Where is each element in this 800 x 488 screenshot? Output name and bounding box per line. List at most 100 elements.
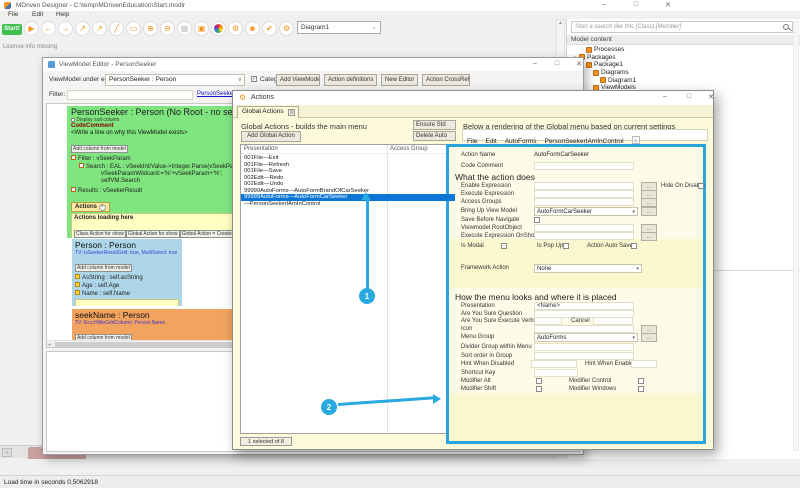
access-groups-input[interactable] [534, 198, 634, 206]
is-pop-up-checkbox[interactable] [563, 243, 569, 249]
tab-scroll-left-icon[interactable]: ‹ [2, 448, 12, 457]
viewmodel-rootobject-input[interactable] [534, 224, 634, 232]
ensure-std-button[interactable]: Ensure Std [413, 120, 456, 130]
hide-on-disable-checkbox[interactable] [698, 183, 704, 189]
code-comment-input[interactable] [534, 162, 634, 170]
menu-file[interactable]: File [8, 11, 18, 18]
actions-tab[interactable]: Actions ⌃ [71, 202, 110, 212]
sort-order-input[interactable] [534, 352, 634, 360]
open-diagram-icon[interactable]: ↗ [75, 21, 90, 36]
vm-minimize-icon[interactable]: – [529, 60, 541, 67]
forward-arrow-icon[interactable]: → [58, 21, 73, 36]
bring-up-ellipsis-button[interactable]: ... [641, 207, 657, 216]
save-before-navigate-checkbox[interactable] [534, 217, 540, 223]
menu-overflow-icon[interactable]: ▾ [632, 136, 640, 144]
modifier-control-checkbox[interactable] [638, 378, 644, 384]
global-action-for-show-button[interactable]: Global Action for show [126, 230, 180, 238]
save-icon[interactable]: ▦ [177, 21, 192, 36]
class-action-for-show-button[interactable]: Class Action for show [74, 230, 126, 238]
goto-icon[interactable]: ↗ [92, 21, 107, 36]
close-icon[interactable]: ✕ [662, 1, 674, 9]
gear-icon[interactable]: ⚙ [279, 21, 294, 36]
settings-gears-icon[interactable]: ⚙ [228, 21, 243, 36]
collapse-icon[interactable]: ⌃ [99, 204, 106, 211]
validate-icon[interactable]: ✔ [262, 21, 277, 36]
menu-group-ellipsis-button[interactable]: ... [641, 333, 657, 342]
vm-close-icon[interactable]: ✕ [573, 60, 585, 68]
modifier-alt-checkbox[interactable] [536, 378, 542, 384]
modifier-windows-checkbox[interactable] [638, 386, 644, 392]
presentation-icon[interactable]: ▭ [126, 21, 141, 36]
start-button[interactable]: Start! [2, 24, 22, 35]
hint-enabled-input[interactable] [631, 360, 657, 368]
delete-auto-button[interactable]: Delete Auto [413, 131, 456, 141]
zoom-out-icon[interactable]: ⊖ [160, 21, 175, 36]
display-suit-checkbox[interactable] [71, 118, 75, 122]
access-groups-icon[interactable]: ☻ [245, 21, 260, 36]
hint-disabled-input[interactable] [531, 360, 577, 368]
menu-edit[interactable]: Edit [32, 11, 43, 18]
minimize-icon[interactable]: – [598, 1, 610, 8]
color-wheel-icon[interactable] [211, 21, 226, 36]
diagram-combo[interactable]: Diagram1 ⌄ [297, 21, 381, 34]
execute-onshow-ellipsis-button[interactable]: ... [641, 232, 657, 241]
tree-item-packages[interactable]: −Packages [567, 54, 797, 62]
enable-expression-input[interactable] [534, 182, 634, 190]
maximize-icon[interactable]: □ [630, 1, 642, 8]
add-global-action-button[interactable]: Add Global Action [241, 131, 301, 142]
zoom-in-icon[interactable]: ⊕ [143, 21, 158, 36]
divider-group-input[interactable] [534, 343, 634, 351]
tab-close-icon[interactable]: X [288, 109, 295, 116]
action-crossref-button[interactable]: Action CrossRef [422, 74, 470, 86]
personseeker-link[interactable]: PersonSeeker [197, 91, 235, 97]
column-row[interactable]: Age : self.Age [75, 282, 179, 290]
add-column-button[interactable]: Add column from model [71, 145, 128, 153]
column-row[interactable]: AsString : self.asString [75, 274, 179, 282]
categ-checkbox[interactable] [251, 76, 257, 82]
vm-maximize-icon[interactable]: □ [551, 60, 563, 67]
column-presentation[interactable]: Presentation [244, 146, 278, 152]
bring-up-view-model-select[interactable]: AutoFormCarSeeker▾ [534, 207, 638, 216]
copy-diagram-icon[interactable]: ▣ [194, 21, 209, 36]
back-arrow-icon[interactable]: ← [41, 21, 56, 36]
global-action-create-button[interactable]: Global Action = Create [180, 230, 234, 238]
dialog-maximize-icon[interactable]: □ [683, 93, 695, 100]
icon-input[interactable] [534, 325, 634, 333]
framework-action-select[interactable]: None▾ [534, 264, 642, 273]
cancel-verb-input[interactable] [593, 317, 633, 325]
add-column-button[interactable]: Add column from model [75, 264, 132, 272]
menu-help[interactable]: Help [56, 11, 69, 18]
tab-global-actions[interactable]: Global Actions X [237, 106, 299, 118]
tree-scrollbar[interactable] [793, 21, 799, 451]
action-name-value[interactable]: AutoFormCarSeeker [534, 152, 589, 158]
action-auto-saves-checkbox[interactable] [631, 243, 637, 249]
new-editor-button[interactable]: New Editor [381, 74, 418, 86]
are-you-sure-verb-input[interactable] [534, 317, 562, 325]
dialog-minimize-icon[interactable]: – [659, 93, 671, 100]
tree-item-diagrams[interactable]: Diagrams [567, 69, 797, 77]
access-groups-ellipsis-button[interactable]: ... [641, 198, 657, 207]
presentation-input[interactable]: <Name> [534, 302, 634, 310]
shortcut-key-input[interactable] [534, 369, 578, 377]
scroll-left-icon[interactable]: ◂ [48, 341, 51, 348]
tree-item-processes[interactable]: Processes [567, 46, 797, 54]
column-access-group[interactable]: Access Group [390, 146, 428, 152]
modifier-shift-checkbox[interactable] [536, 386, 542, 392]
menu-group-select[interactable]: AutoForms▾ [534, 333, 638, 342]
filter-input[interactable] [67, 90, 193, 100]
action-list-row[interactable]: —PersonSeekerIAmInControl [241, 201, 455, 208]
tree-item-package1[interactable]: Package1 [567, 61, 797, 69]
dialog-close-icon[interactable]: ✕ [705, 93, 717, 101]
draw-association-icon[interactable]: ╱ [109, 21, 124, 36]
column-row[interactable]: Name : self.Name [75, 290, 179, 298]
viewmodel-under-edit-combo[interactable]: PersonSeeker : Person ∨ [105, 74, 245, 86]
action-definitions-button[interactable]: Action definitions [324, 74, 377, 86]
execute-expression-onshow-input[interactable] [534, 232, 634, 240]
execute-expression-input[interactable] [534, 190, 634, 198]
run-icon[interactable]: ▶ [24, 21, 39, 36]
tree-item-diagram1[interactable]: Diagram1 [567, 76, 797, 84]
is-modal-checkbox[interactable] [501, 243, 507, 249]
model-search-input[interactable]: Start a search like this [Class].[Member… [571, 21, 793, 33]
form-row-execute-expression-onshow: Execute Expression OnShow ... [449, 233, 703, 242]
add-viewmodel-button[interactable]: Add ViewModel [276, 74, 320, 86]
